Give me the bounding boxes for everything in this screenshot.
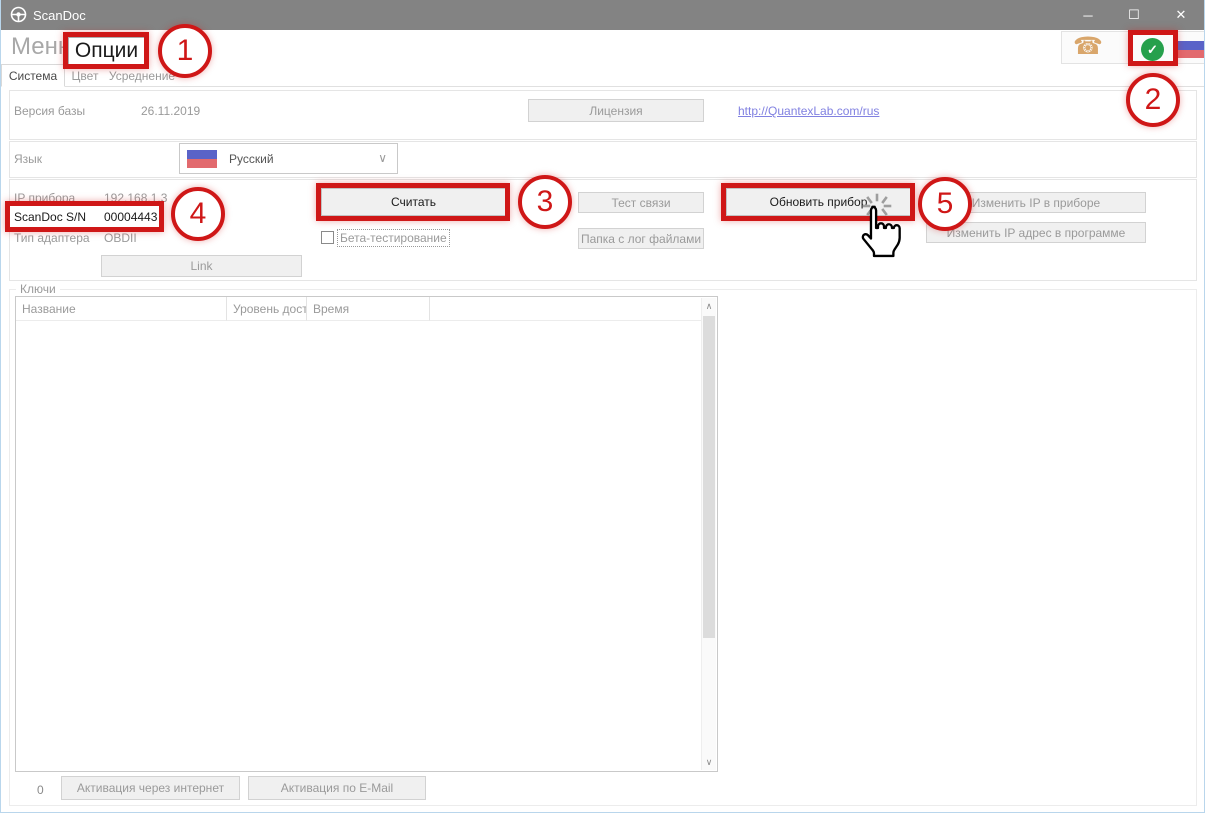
beta-testing-label[interactable]: Бета-тестирование xyxy=(338,230,449,246)
phone-icon[interactable]: ☎ xyxy=(1073,33,1103,61)
link-test-button[interactable]: Тест связи xyxy=(578,192,704,213)
annotation-circle-4: 4 xyxy=(171,187,225,241)
scrollbar-thumb[interactable] xyxy=(703,316,715,638)
db-version-value: 26.11.2019 xyxy=(141,104,200,118)
annotation-box-read-button xyxy=(316,183,510,221)
close-button[interactable]: ✕ xyxy=(1158,0,1204,30)
annotation-box-options xyxy=(63,32,149,69)
website-link[interactable]: http://QuantexLab.com/rus xyxy=(738,104,879,118)
column-header-filler xyxy=(430,297,701,321)
db-version-label: Версия базы xyxy=(14,104,85,118)
keys-table: Название Уровень досту... Время ∧ ∨ xyxy=(15,296,718,772)
maximize-button[interactable]: ☐ xyxy=(1111,0,1157,30)
column-header-name[interactable]: Название xyxy=(16,297,227,321)
app-title: ScanDoc xyxy=(33,8,86,23)
log-folder-button[interactable]: Папка с лог файлами xyxy=(578,228,704,249)
activate-email-button[interactable]: Активация по E-Mail xyxy=(248,776,426,800)
keys-table-header: Название Уровень досту... Время xyxy=(16,297,701,321)
tab-system[interactable]: Система xyxy=(1,64,65,87)
beta-testing-checkbox[interactable] xyxy=(321,231,334,244)
russian-flag-icon[interactable] xyxy=(1178,41,1205,58)
language-select[interactable]: Русский ∨ xyxy=(179,143,398,174)
link-button[interactable]: Link xyxy=(101,255,302,277)
annotation-circle-2: 2 xyxy=(1126,73,1180,127)
annotation-box-serial xyxy=(5,201,164,232)
adapter-type-value: OBDII xyxy=(104,231,137,245)
chevron-down-icon: ∨ xyxy=(378,151,387,165)
scandoc-window: ScanDoc ─ ☐ ✕ Меню Опции ☎ ✓ Система Цве… xyxy=(0,0,1205,813)
language-selected-value: Русский xyxy=(229,152,274,166)
keys-count: 0 xyxy=(37,783,44,797)
keys-group-title: Ключи xyxy=(16,282,60,296)
adapter-type-label: Тип адаптера xyxy=(14,231,90,245)
annotation-circle-1: 1 xyxy=(158,24,212,78)
language-label: Язык xyxy=(14,152,42,166)
column-header-time[interactable]: Время xyxy=(307,297,430,321)
activate-internet-button[interactable]: Активация через интернет xyxy=(61,776,240,800)
column-header-access-level[interactable]: Уровень досту... xyxy=(227,297,307,321)
vertical-scrollbar[interactable]: ∧ ∨ xyxy=(701,298,716,770)
annotation-box-status-check xyxy=(1128,30,1178,66)
annotation-circle-5: 5 xyxy=(918,177,972,231)
hand-cursor-icon xyxy=(853,203,909,259)
scroll-down-icon[interactable]: ∨ xyxy=(702,754,716,770)
minimize-button[interactable]: ─ xyxy=(1065,0,1111,30)
license-button[interactable]: Лицензия xyxy=(528,99,704,122)
annotation-circle-3: 3 xyxy=(518,175,572,229)
russian-flag-icon xyxy=(187,150,217,168)
steering-wheel-logo-icon xyxy=(10,6,27,23)
scroll-up-icon[interactable]: ∧ xyxy=(702,298,716,314)
